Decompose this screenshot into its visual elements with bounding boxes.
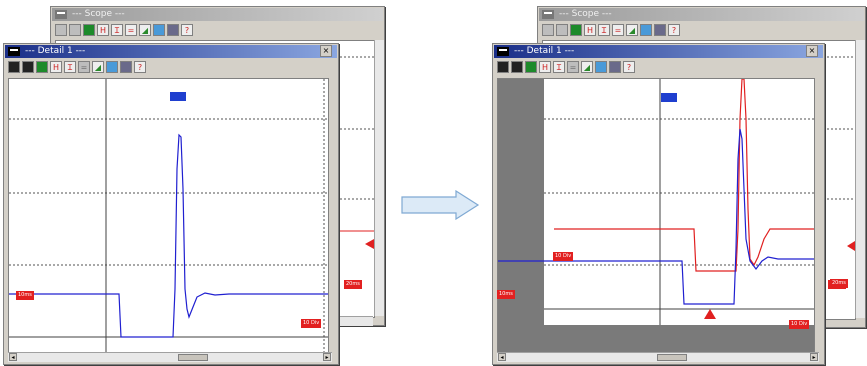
left-back-badge: 20ms [344, 280, 362, 289]
close-icon[interactable]: × [806, 45, 818, 57]
left-front-hscroll-thumb[interactable] [178, 354, 208, 361]
measure-icon[interactable]: = [567, 61, 579, 73]
right-badge-div: 10 Div [789, 320, 810, 329]
zoom-icon[interactable]: ◢ [92, 61, 104, 73]
left-back-titlebar[interactable]: --- Scope --- [52, 8, 383, 21]
zoom-icon[interactable]: ◢ [139, 24, 151, 36]
left-badge-div: 10 Div [301, 319, 322, 328]
left-front-hscroll[interactable]: ◂ ▸ [8, 352, 332, 362]
transition-arrow-icon [401, 190, 480, 220]
right-front-zoom-region [544, 79, 814, 325]
help-icon[interactable]: ? [181, 24, 193, 36]
grid-icon[interactable] [595, 61, 607, 73]
left-cursor-marker[interactable] [170, 92, 186, 101]
zoom-icon[interactable]: ◢ [581, 61, 593, 73]
right-back-title: --- Scope --- [559, 9, 612, 19]
trigger-marker-icon [847, 241, 855, 251]
grid-icon[interactable] [153, 24, 165, 36]
right-badge-time: 10ms [497, 290, 515, 299]
dark-chart-icon[interactable] [8, 61, 20, 73]
close-icon[interactable]: × [320, 45, 332, 57]
help-icon[interactable]: ? [668, 24, 680, 36]
dark-chart-icon[interactable] [497, 61, 509, 73]
window-menu-icon[interactable] [55, 10, 67, 19]
left-front-plot[interactable] [8, 78, 329, 354]
channel-icon[interactable] [525, 61, 537, 73]
left-front-toolbar: H Ɪ = ◢ ? [8, 61, 146, 75]
right-badge-div-top: 10 Div [553, 252, 574, 261]
channel-icon[interactable] [570, 24, 582, 36]
right-back-titlebar[interactable]: --- Scope --- [539, 8, 864, 21]
stack-icon[interactable] [556, 24, 568, 36]
scroll-left-icon[interactable]: ◂ [498, 353, 506, 361]
window-menu-icon[interactable] [542, 10, 554, 19]
cursor-v-icon[interactable]: Ɪ [553, 61, 565, 73]
fit-icon[interactable] [120, 61, 132, 73]
left-front-title: --- Detail 1 --- [25, 46, 86, 56]
cursor-v-icon[interactable]: Ɪ [111, 24, 123, 36]
right-front-toolbar: H Ɪ = ◢ ? [497, 61, 635, 75]
window-menu-icon[interactable] [497, 47, 509, 56]
scroll-right-icon[interactable]: ▸ [323, 353, 331, 361]
fit-icon[interactable] [654, 24, 666, 36]
channel-icon[interactable] [36, 61, 48, 73]
cursor-h-icon[interactable]: H [539, 61, 551, 73]
dark-chart-icon[interactable] [542, 24, 554, 36]
dark-chart-icon[interactable] [55, 24, 67, 36]
left-back-vscroll[interactable] [374, 40, 384, 316]
left-blue-trace [9, 133, 328, 338]
right-back-vscroll[interactable] [855, 40, 865, 318]
cursor-v-icon[interactable]: Ɪ [64, 61, 76, 73]
zoom-icon[interactable]: ◢ [626, 24, 638, 36]
help-icon[interactable]: ? [134, 61, 146, 73]
stack-icon[interactable] [22, 61, 34, 73]
right-front-hscroll[interactable]: ◂ ▸ [497, 352, 819, 362]
right-back-toolbar: H Ɪ = ◢ ? [542, 24, 680, 38]
measure-icon[interactable]: = [78, 61, 90, 73]
left-back-toolbar: H Ɪ = ◢ ? [55, 24, 193, 38]
channel-icon[interactable] [83, 24, 95, 36]
measure-icon[interactable]: = [125, 24, 137, 36]
cursor-v-icon[interactable]: Ɪ [598, 24, 610, 36]
right-back-time-badge: 20ms [830, 279, 848, 288]
stack-icon[interactable] [69, 24, 81, 36]
scroll-left-icon[interactable]: ◂ [9, 353, 17, 361]
right-front-plot-svg [498, 79, 814, 325]
right-front-title: --- Detail 1 --- [514, 46, 575, 56]
right-cursor-marker[interactable] [661, 93, 677, 102]
right-front-plot[interactable] [497, 78, 815, 354]
left-front-window[interactable]: --- Detail 1 --- × H Ɪ = ◢ ? 10ms 10 Div… [3, 43, 339, 365]
grid-icon[interactable] [640, 24, 652, 36]
help-icon[interactable]: ? [623, 61, 635, 73]
cursor-h-icon[interactable]: H [97, 24, 109, 36]
measure-icon[interactable]: = [612, 24, 624, 36]
left-front-plot-svg [9, 79, 328, 353]
cursor-h-icon[interactable]: H [584, 24, 596, 36]
left-front-titlebar[interactable]: --- Detail 1 --- [5, 45, 337, 58]
fit-icon[interactable] [609, 61, 621, 73]
window-menu-icon[interactable] [8, 47, 20, 56]
grid-icon[interactable] [106, 61, 118, 73]
left-back-title: --- Scope --- [72, 9, 125, 19]
right-front-titlebar[interactable]: --- Detail 1 --- [494, 45, 823, 58]
scroll-right-icon[interactable]: ▸ [810, 353, 818, 361]
fit-icon[interactable] [167, 24, 179, 36]
right-front-hscroll-thumb[interactable] [657, 354, 687, 361]
cursor-h-icon[interactable]: H [50, 61, 62, 73]
right-front-window[interactable]: --- Detail 1 --- × H Ɪ = ◢ ? 10 Div 10ms… [492, 43, 825, 365]
stack-icon[interactable] [511, 61, 523, 73]
trigger-marker-icon [365, 239, 374, 249]
left-badge-time: 10ms [16, 291, 34, 300]
